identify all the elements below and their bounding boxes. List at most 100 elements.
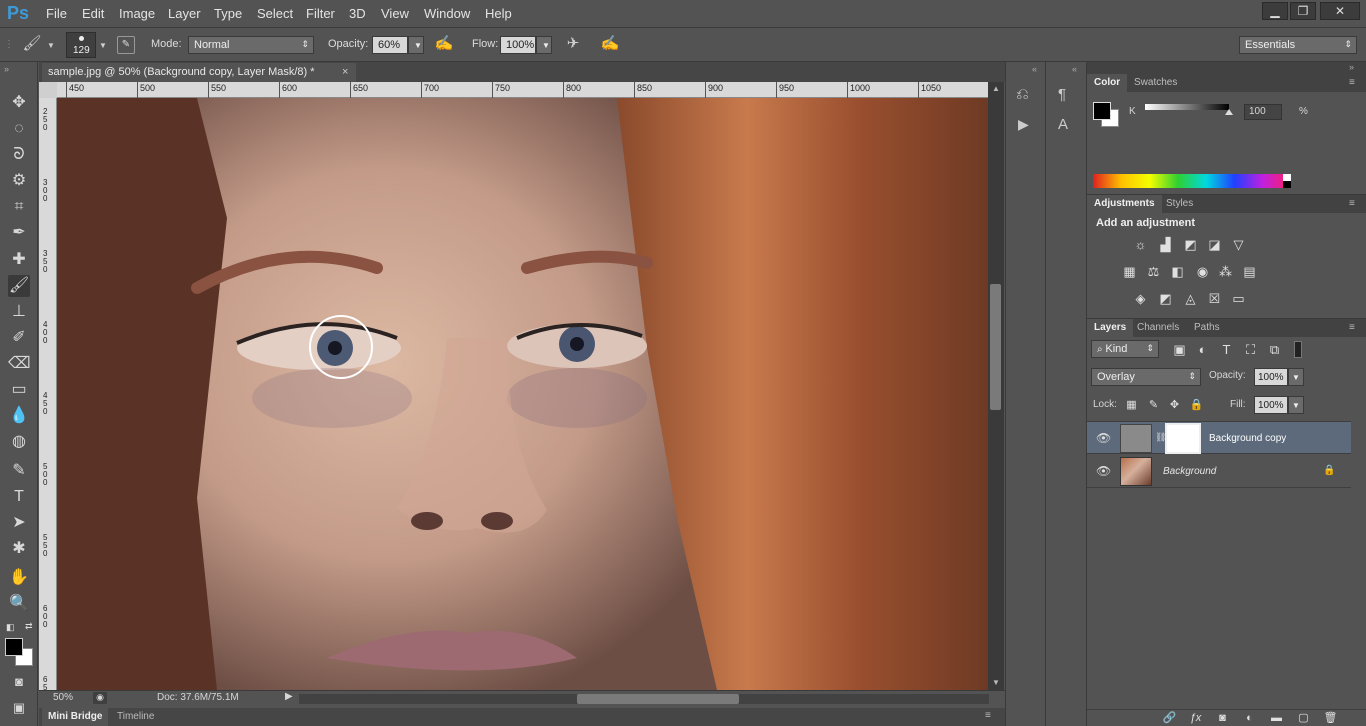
scroll-down-icon[interactable]: ▼: [992, 678, 1000, 687]
color-lookup-icon[interactable]: ▤: [1241, 263, 1258, 280]
menu-edit[interactable]: Edit: [82, 6, 104, 21]
exposure-icon[interactable]: ◪: [1206, 236, 1223, 253]
eraser-tool-icon[interactable]: ⌫: [8, 353, 31, 375]
menu-view[interactable]: View: [381, 6, 409, 21]
path-selection-tool-icon[interactable]: ➤: [8, 512, 30, 534]
tab-mini-bridge[interactable]: Mini Bridge: [42, 708, 109, 726]
actions-panel-icon[interactable]: ▶: [1018, 116, 1029, 133]
brightness-contrast-icon[interactable]: ☼: [1132, 236, 1149, 253]
workspace-select[interactable]: Essentials ⇕: [1239, 36, 1357, 54]
vibrance-icon[interactable]: ▽: [1230, 236, 1247, 253]
swap-colors-icon[interactable]: ⇄: [25, 621, 33, 632]
minimize-button[interactable]: ▁: [1262, 2, 1288, 20]
menu-select[interactable]: Select: [257, 6, 293, 21]
menu-file[interactable]: File: [46, 6, 67, 21]
layer-row-background[interactable]: 👁 Background 🔒: [1087, 455, 1351, 488]
new-adjustment-layer-icon[interactable]: ◐: [1241, 710, 1258, 726]
horizontal-scrollbar[interactable]: [299, 694, 989, 704]
filter-toggle-switch[interactable]: [1294, 341, 1302, 358]
document-tab[interactable]: sample.jpg @ 50% (Background copy, Layer…: [42, 63, 356, 82]
k-slider-track[interactable]: [1145, 104, 1229, 110]
brush-picker-dropdown-icon[interactable]: ▼: [98, 37, 108, 55]
collapse-panels-icon[interactable]: »: [1349, 62, 1354, 72]
expand-column-1-icon[interactable]: «: [1032, 64, 1037, 74]
airbrush-icon[interactable]: ✈: [563, 35, 583, 53]
gradient-tool-icon[interactable]: ▭: [8, 379, 30, 401]
menu-help[interactable]: Help: [485, 6, 512, 21]
layer-filter-select[interactable]: ⌕ Kind ⇕: [1091, 340, 1159, 358]
shape-tool-icon[interactable]: ✱: [8, 538, 30, 560]
brush-size-picker[interactable]: 129: [66, 32, 96, 58]
tab-styles[interactable]: Styles: [1159, 195, 1200, 213]
photo-filter-icon[interactable]: ◉: [1194, 263, 1211, 280]
brush-tool-preset-icon[interactable]: 🖌: [20, 35, 44, 53]
status-share-icon[interactable]: ◉: [93, 692, 107, 704]
restore-button[interactable]: ❐: [1290, 2, 1316, 20]
lasso-tool-icon[interactable]: ᘐ: [8, 144, 30, 166]
delete-layer-icon[interactable]: 🗑: [1322, 710, 1339, 726]
blur-tool-icon[interactable]: 💧: [8, 405, 30, 427]
levels-icon[interactable]: ▟: [1157, 236, 1174, 253]
gradient-map-icon[interactable]: ▭: [1230, 290, 1247, 307]
marquee-tool-icon[interactable]: ◌: [8, 118, 30, 140]
layer-mask-thumbnail[interactable]: [1165, 423, 1201, 454]
clone-stamp-tool-icon[interactable]: ⊥: [8, 301, 30, 323]
opacity-dropdown-icon[interactable]: ▼: [408, 36, 424, 54]
history-panel-icon[interactable]: ⎌: [1016, 86, 1029, 104]
tab-swatches[interactable]: Swatches: [1127, 74, 1184, 92]
quick-mask-icon[interactable]: ◙: [8, 671, 30, 693]
layer-opacity-input[interactable]: 100%: [1254, 368, 1288, 386]
channel-mixer-icon[interactable]: ⁂: [1217, 263, 1234, 280]
mode-select[interactable]: Normal ⇕: [188, 36, 314, 54]
spectrum-white-chip[interactable]: [1283, 174, 1291, 181]
flow-dropdown-icon[interactable]: ▼: [536, 36, 552, 54]
preset-dropdown-icon[interactable]: ▼: [46, 37, 56, 55]
dodge-tool-icon[interactable]: ◍: [8, 431, 30, 453]
menu-type[interactable]: Type: [214, 6, 242, 21]
close-document-icon[interactable]: ×: [342, 63, 348, 82]
zoom-tool-icon[interactable]: 🔍: [8, 593, 30, 615]
curves-icon[interactable]: ◩: [1182, 236, 1199, 253]
new-group-icon[interactable]: ▬: [1268, 710, 1285, 726]
menu-filter[interactable]: Filter: [306, 6, 335, 21]
status-menu-icon[interactable]: ▶: [285, 691, 293, 702]
scroll-up-icon[interactable]: ▲: [992, 84, 1000, 93]
hue-saturation-icon[interactable]: ▦: [1121, 263, 1138, 280]
move-tool-icon[interactable]: ✥: [8, 92, 30, 114]
color-spectrum-bar[interactable]: [1093, 174, 1291, 188]
tab-paths[interactable]: Paths: [1187, 319, 1227, 337]
expand-column-2-icon[interactable]: «: [1072, 64, 1077, 74]
type-tool-icon[interactable]: T: [8, 486, 30, 508]
flow-input[interactable]: 100%: [500, 36, 536, 54]
hand-tool-icon[interactable]: ✋: [8, 567, 30, 589]
new-layer-icon[interactable]: ▢: [1295, 710, 1312, 726]
brush-tool-icon[interactable]: 🖌: [8, 275, 30, 297]
filter-pixel-icon[interactable]: ▣: [1171, 341, 1188, 358]
pen-tool-icon[interactable]: ✎: [8, 460, 30, 482]
eyedropper-tool-icon[interactable]: ✒: [8, 222, 30, 244]
blend-mode-select[interactable]: Overlay ⇕: [1091, 368, 1201, 386]
layer-opacity-dropdown-icon[interactable]: ▼: [1288, 368, 1304, 386]
tab-adjustments[interactable]: Adjustments: [1087, 195, 1162, 213]
menu-3d[interactable]: 3D: [349, 6, 366, 21]
vertical-scrollbar[interactable]: ▲ ▼: [988, 82, 1004, 690]
opacity-input[interactable]: 60%: [372, 36, 408, 54]
foreground-color-chip[interactable]: [1093, 102, 1111, 120]
selective-color-icon[interactable]: ☒: [1206, 290, 1223, 307]
link-layers-icon[interactable]: 🔗: [1161, 710, 1178, 726]
ruler-origin[interactable]: [39, 82, 57, 98]
healing-brush-tool-icon[interactable]: ✚: [8, 249, 30, 271]
k-slider-handle[interactable]: [1225, 109, 1233, 115]
color-panel-menu-icon[interactable]: ≡: [1349, 77, 1355, 88]
document-canvas[interactable]: [57, 98, 988, 690]
tab-layers[interactable]: Layers: [1087, 319, 1134, 337]
brush-panel-toggle-icon[interactable]: ✎: [117, 36, 135, 54]
color-balance-icon[interactable]: ⚖: [1145, 263, 1162, 280]
black-white-icon[interactable]: ◧: [1169, 263, 1186, 280]
vertical-scroll-thumb[interactable]: [990, 284, 1001, 410]
collapse-tools-icon[interactable]: »: [4, 64, 9, 74]
fill-input[interactable]: 100%: [1254, 396, 1288, 414]
visibility-eye-icon[interactable]: 👁: [1096, 431, 1111, 445]
crop-tool-icon[interactable]: ⌗: [8, 196, 30, 218]
adjustments-panel-menu-icon[interactable]: ≡: [1349, 198, 1355, 209]
